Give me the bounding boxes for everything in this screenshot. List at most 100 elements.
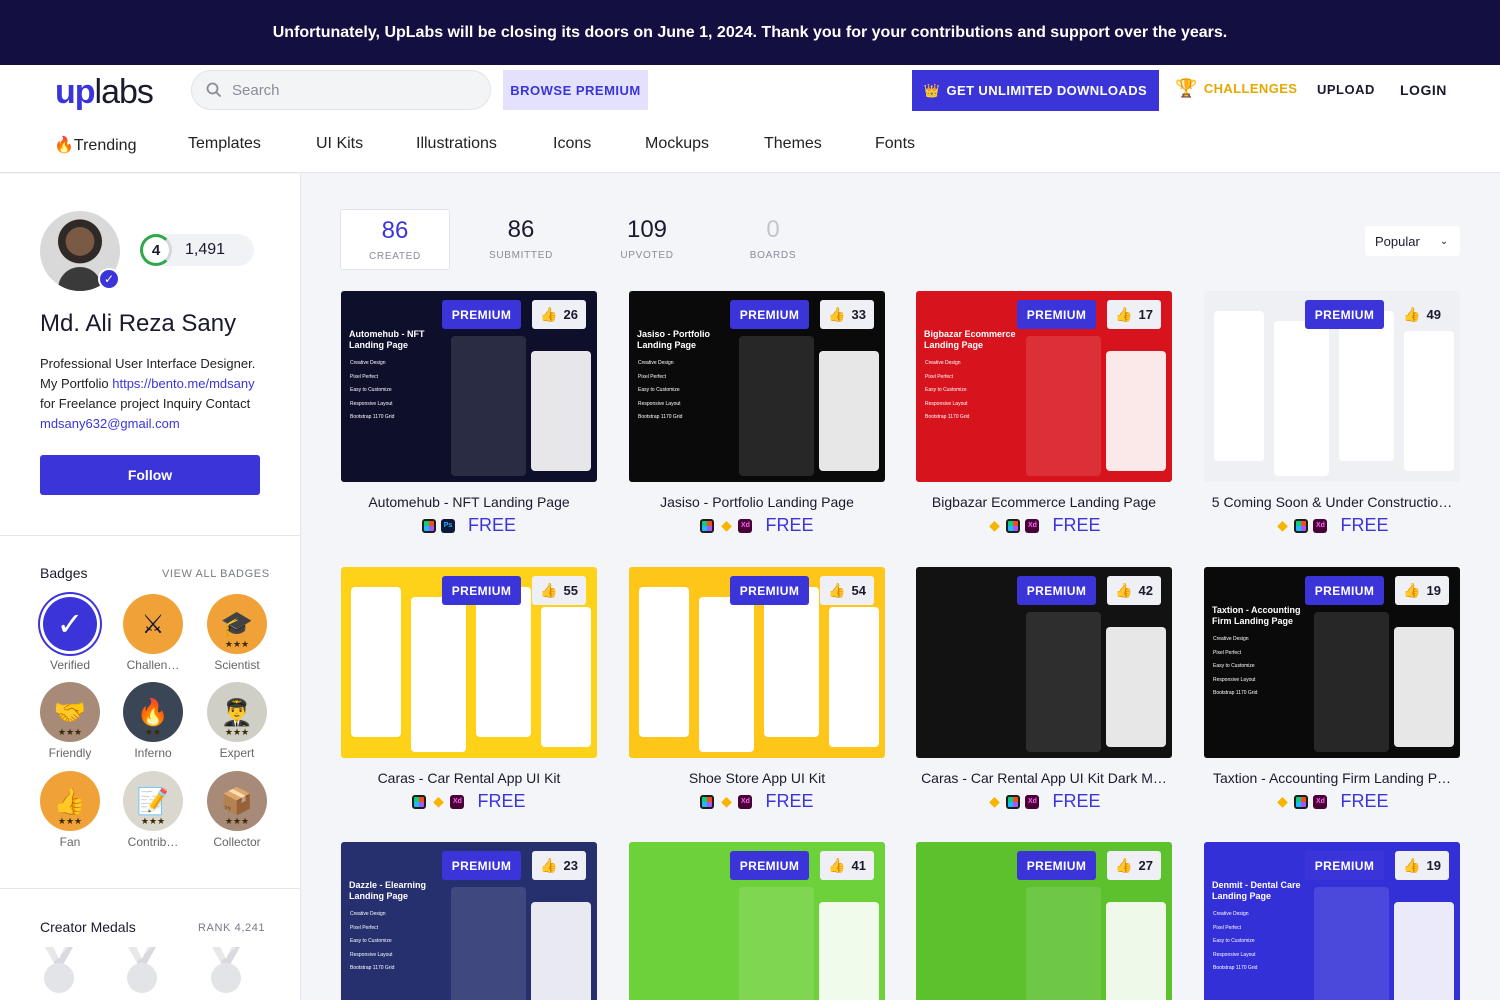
shot-thumbnail[interactable]: PREMIUM 👍 27: [916, 842, 1172, 1000]
shot-title[interactable]: Shoe Store App UI Kit: [629, 770, 885, 786]
shot-card[interactable]: PREMIUM 👍 49 5 Coming Soon & Under Construc…: [1204, 291, 1460, 541]
portfolio-link[interactable]: https://bento.me/mdsany: [112, 376, 254, 391]
shot-title[interactable]: Caras - Car Rental App UI Kit: [341, 770, 597, 786]
nav-item-trending[interactable]: 🔥Trending: [54, 135, 136, 155]
tab-boards[interactable]: 0 BOARDS: [718, 209, 828, 270]
badge-verified[interactable]: ✓: [40, 594, 100, 654]
badge-friendly[interactable]: 🤝 ★★★: [40, 682, 100, 742]
shot-card[interactable]: PREMIUM 👍 27: [916, 842, 1172, 1000]
email-link[interactable]: mdsany632@gmail.com: [40, 416, 180, 431]
shot-title[interactable]: 5 Coming Soon & Under Constructio…: [1204, 494, 1460, 510]
premium-badge: PREMIUM: [1305, 851, 1384, 880]
like-button[interactable]: 👍 41: [820, 851, 874, 880]
tab-upvoted[interactable]: 109 UPVOTED: [592, 209, 702, 270]
shot-title[interactable]: Caras - Car Rental App UI Kit Dark M…: [916, 770, 1172, 786]
like-button[interactable]: 👍 26: [532, 300, 586, 329]
shot-title[interactable]: Jasiso - Portfolio Landing Page: [629, 494, 885, 510]
creator-medals-title: Creator Medals: [40, 919, 136, 935]
xd-icon: Xd: [738, 794, 753, 809]
thumbnail-bullet: Easy to Customize: [638, 387, 680, 393]
thumbs-up-icon: 👍: [1403, 582, 1421, 598]
browse-premium-button[interactable]: BROWSE PREMIUM: [503, 70, 648, 110]
shot-card[interactable]: PREMIUM 👍 55 Caras - Car Rental App UI Kit ◆…: [341, 567, 597, 817]
like-count: 55: [563, 583, 578, 598]
follow-button[interactable]: Follow: [40, 455, 260, 495]
shot-thumbnail[interactable]: PREMIUM 👍 49: [1204, 291, 1460, 482]
shot-card[interactable]: Bigbazar Ecommerce Landing Page Creative …: [916, 291, 1172, 541]
view-all-badges-link[interactable]: VIEW ALL BADGES: [162, 568, 270, 580]
get-unlimited-downloads-button[interactable]: 👑 GET UNLIMITED DOWNLOADS: [912, 70, 1159, 111]
shot-card[interactable]: PREMIUM 👍 54 Shoe Store App UI Kit ◆ Xd FREE: [629, 567, 885, 817]
badge-challen[interactable]: ⚔: [123, 594, 183, 654]
badge-collector[interactable]: 📦 ★★★: [207, 771, 267, 831]
nav-item-illustrations[interactable]: Illustrations: [416, 135, 497, 153]
profile-sidebar: ✓ 4 1,491 Md. Ali Reza Sany Professional…: [0, 174, 301, 1000]
nav-item-themes[interactable]: Themes: [764, 135, 822, 153]
like-button[interactable]: 👍 54: [820, 576, 874, 605]
like-button[interactable]: 👍 49: [1395, 300, 1449, 329]
sort-select[interactable]: Popular ⌄: [1365, 226, 1460, 256]
like-button[interactable]: 👍 19: [1395, 851, 1449, 880]
nav-item-mockups[interactable]: Mockups: [645, 135, 709, 153]
figma-icon: [421, 518, 436, 533]
profile-name: Md. Ali Reza Sany: [40, 310, 237, 337]
like-button[interactable]: 👍 33: [820, 300, 874, 329]
shot-thumbnail[interactable]: PREMIUM 👍 42: [916, 567, 1172, 758]
shot-card[interactable]: Automehub - NFT Landing Page Creative Des…: [341, 291, 597, 541]
like-button[interactable]: 👍 19: [1395, 576, 1449, 605]
shot-thumbnail[interactable]: PREMIUM 👍 55: [341, 567, 597, 758]
like-button[interactable]: 👍 55: [532, 576, 586, 605]
badge-scientist[interactable]: 🎓 ★★★: [207, 594, 267, 654]
shot-thumbnail[interactable]: PREMIUM 👍 54: [629, 567, 885, 758]
badge-label: Expert: [219, 746, 255, 760]
like-button[interactable]: 👍 27: [1107, 851, 1161, 880]
shot-thumbnail[interactable]: PREMIUM 👍 41: [629, 842, 885, 1000]
badge-inferno[interactable]: 🔥 ★★: [123, 682, 183, 742]
nav-item-templates[interactable]: Templates: [188, 135, 261, 153]
shot-meta: Ps FREE: [341, 515, 597, 536]
bio-line: for Freelance project Inquiry Contact: [40, 396, 251, 411]
shot-meta: ◆ Xd FREE: [341, 791, 597, 812]
shot-meta: ◆ Xd FREE: [629, 515, 885, 536]
badge-expert[interactable]: 👨‍✈️ ★★★: [207, 682, 267, 742]
shot-card[interactable]: Taxtion - Accounting Firm Landing Page Cr…: [1204, 567, 1460, 817]
shot-card[interactable]: Denmit - Dental Care Landing Page Creativ…: [1204, 842, 1460, 1000]
shot-thumbnail[interactable]: Denmit - Dental Care Landing Page Creativ…: [1204, 842, 1460, 1000]
badge-stars: ★★★: [140, 816, 166, 826]
thumbnail-bullet: Pixel Perfect: [1213, 924, 1242, 931]
uplabs-logo[interactable]: uplabs: [55, 73, 154, 112]
shot-title[interactable]: Bigbazar Ecommerce Landing Page: [916, 494, 1172, 510]
like-button[interactable]: 👍 17: [1107, 300, 1161, 329]
shot-thumbnail[interactable]: Dazzle - Elearning Landing Page Creative …: [341, 842, 597, 1000]
shot-card[interactable]: Dazzle - Elearning Landing Page Creative …: [341, 842, 597, 1000]
like-button[interactable]: 👍 23: [532, 851, 586, 880]
nav-item-ui-kits[interactable]: UI Kits: [316, 135, 363, 153]
like-count: 19: [1426, 858, 1441, 873]
badge-stars: ★★: [144, 727, 162, 737]
shot-title[interactable]: Automehub - NFT Landing Page: [341, 494, 597, 510]
shot-card[interactable]: Jasiso - Portfolio Landing Page Creative …: [629, 291, 885, 541]
shot-thumbnail[interactable]: Automehub - NFT Landing Page Creative Des…: [341, 291, 597, 482]
challenges-link[interactable]: 🏆 CHALLENGES: [1175, 78, 1297, 99]
nav-item-icons[interactable]: Icons: [553, 135, 591, 153]
shot-title[interactable]: Taxtion - Accounting Firm Landing P…: [1204, 770, 1460, 786]
thumbnail-bullet: Pixel Perfect: [925, 373, 954, 380]
tab-created[interactable]: 86 CREATED: [340, 209, 450, 270]
thumbnail-bullet: Easy to Customize: [1213, 663, 1255, 669]
upload-link[interactable]: UPLOAD: [1317, 82, 1375, 97]
shot-thumbnail[interactable]: Taxtion - Accounting Firm Landing Page Cr…: [1204, 567, 1460, 758]
like-button[interactable]: 👍 42: [1107, 576, 1161, 605]
mockup-panel: [1394, 627, 1454, 747]
nav-item-fonts[interactable]: Fonts: [875, 135, 915, 153]
tab-submitted[interactable]: 86 SUBMITTED: [466, 209, 576, 270]
shot-card[interactable]: PREMIUM 👍 42 Caras - Car Rental App UI Kit …: [916, 567, 1172, 817]
shot-thumbnail[interactable]: Jasiso - Portfolio Landing Page Creative …: [629, 291, 885, 482]
login-link[interactable]: LOGIN: [1400, 82, 1447, 98]
thumbs-up-icon: 👍: [53, 785, 87, 816]
mockup-panel: [451, 887, 526, 1000]
search-input[interactable]: [232, 81, 462, 99]
shot-card[interactable]: PREMIUM 👍 41: [629, 842, 885, 1000]
badge-contrib[interactable]: 📝 ★★★: [123, 771, 183, 831]
shot-thumbnail[interactable]: Bigbazar Ecommerce Landing Page Creative …: [916, 291, 1172, 482]
badge-fan[interactable]: 👍 ★★★: [40, 771, 100, 831]
